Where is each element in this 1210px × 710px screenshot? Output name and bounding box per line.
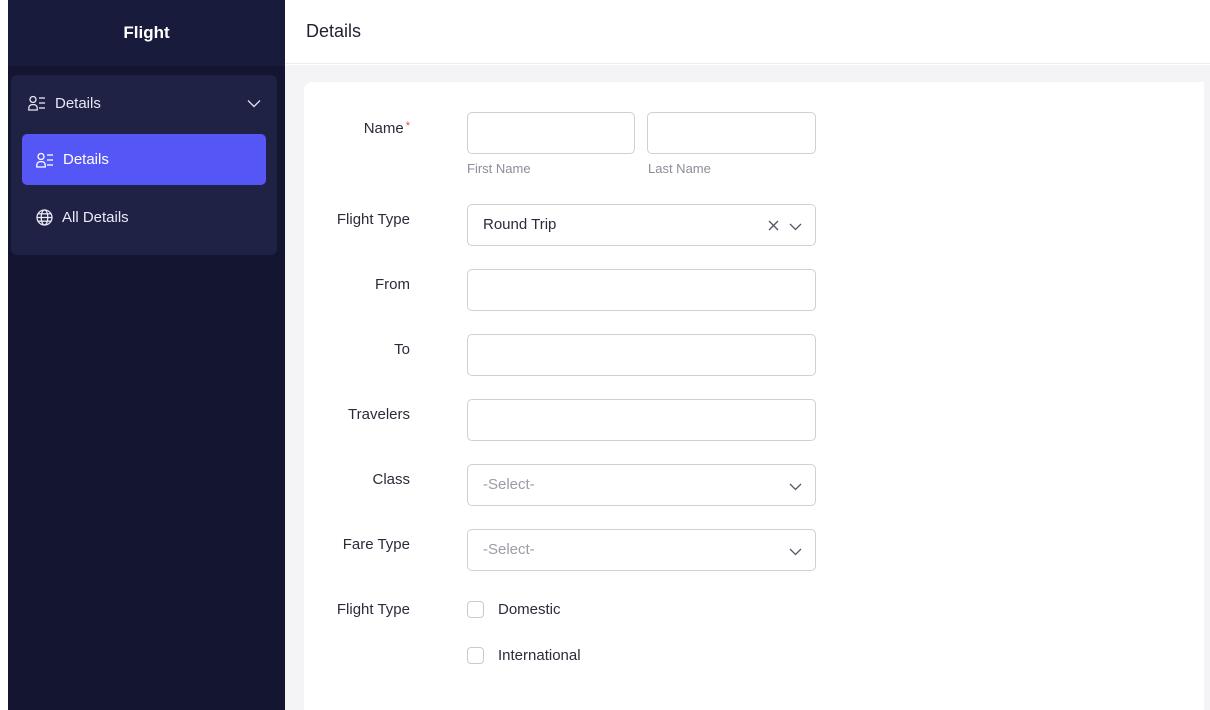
form-card xyxy=(304,82,1204,710)
globe-icon xyxy=(36,209,53,226)
chevron-down-icon[interactable] xyxy=(789,218,802,236)
required-mark: * xyxy=(405,120,410,132)
chevron-down-icon[interactable] xyxy=(789,543,802,561)
first-name-hint: First Name xyxy=(467,161,531,176)
flight-type-value: Round Trip xyxy=(483,216,557,233)
sidebar-group-label: Details xyxy=(55,94,101,112)
sidebar-item-label: All Details xyxy=(62,209,129,226)
class-label: Class xyxy=(372,471,410,488)
fare-type-label: Fare Type xyxy=(342,536,410,553)
sidebar-item-all-details[interactable]: All Details xyxy=(22,192,266,243)
first-name-input[interactable] xyxy=(467,112,635,154)
last-name-hint: Last Name xyxy=(648,161,711,176)
international-option[interactable]: International xyxy=(467,647,581,664)
domestic-checkbox[interactable] xyxy=(467,601,484,618)
sidebar: Flight Details Details All Details xyxy=(8,0,285,710)
user-list-icon xyxy=(28,95,46,111)
class-placeholder: -Select- xyxy=(483,476,535,493)
travelers-input[interactable] xyxy=(467,399,816,441)
chevron-down-icon[interactable] xyxy=(789,478,802,496)
class-select[interactable]: -Select- xyxy=(467,464,816,506)
international-label: International xyxy=(498,647,581,664)
last-name-input[interactable] xyxy=(647,112,816,154)
sidebar-nav: Details Details All Details xyxy=(11,75,277,255)
fare-type-select[interactable]: -Select- xyxy=(467,529,816,571)
domestic-label: Domestic xyxy=(498,601,561,618)
travelers-label: Travelers xyxy=(348,406,410,423)
sidebar-title: Flight xyxy=(8,0,285,66)
sidebar-group-details[interactable]: Details xyxy=(28,92,261,114)
flight-type-select[interactable]: Round Trip xyxy=(467,204,816,246)
flight-type-label: Flight Type xyxy=(336,211,410,228)
app-window: Flight Details Details All Details Detai… xyxy=(0,0,1210,710)
sidebar-item-label: Details xyxy=(63,151,109,168)
chevron-down-icon[interactable] xyxy=(247,95,261,112)
to-input[interactable] xyxy=(467,334,816,376)
international-checkbox[interactable] xyxy=(467,647,484,664)
clear-icon[interactable] xyxy=(768,218,779,236)
page-title: Details xyxy=(306,21,362,41)
from-input[interactable] xyxy=(467,269,816,311)
flight-type-check-label: Flight Type xyxy=(336,601,410,618)
domestic-option[interactable]: Domestic xyxy=(467,601,561,618)
from-label: From xyxy=(375,276,410,293)
page-header: Details xyxy=(285,0,1210,64)
user-list-icon xyxy=(36,152,54,168)
to-label: To xyxy=(394,341,410,358)
fare-type-placeholder: -Select- xyxy=(483,541,535,558)
name-label: Name * xyxy=(363,120,410,137)
sidebar-item-details[interactable]: Details xyxy=(22,134,266,185)
